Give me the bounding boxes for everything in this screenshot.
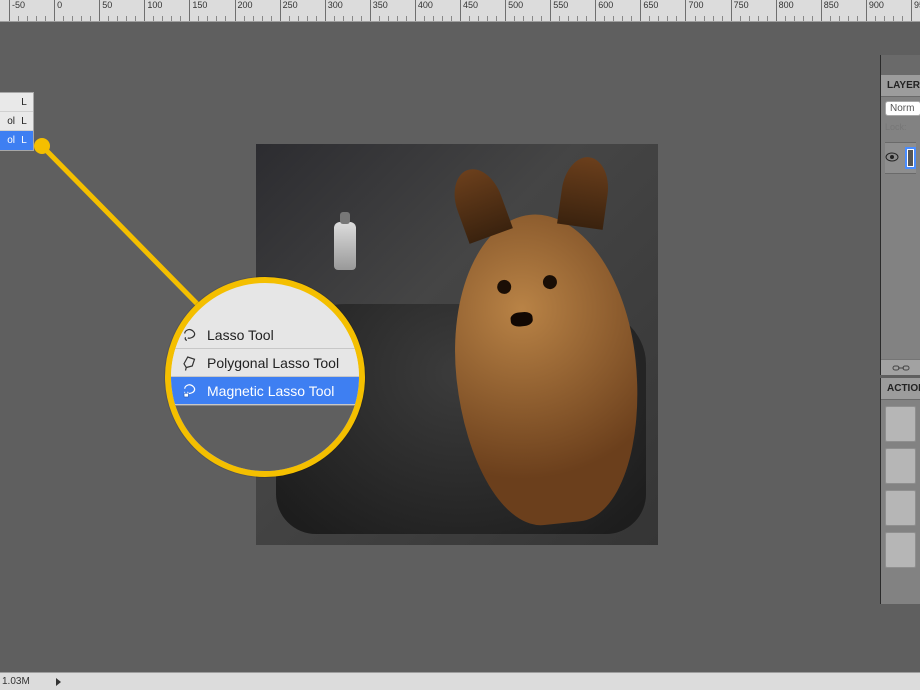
- flyout-row-label: ol: [4, 116, 19, 127]
- status-menu-triangle-icon[interactable]: [56, 678, 61, 686]
- lasso-flyout-small: L ol L ol L: [0, 92, 34, 151]
- canvas-workspace: L ol L ol L Lass: [0, 22, 920, 672]
- action-slot[interactable]: [885, 406, 916, 442]
- tool-label: Polygonal Lasso Tool: [207, 355, 339, 371]
- layer-thumbnail[interactable]: [905, 147, 916, 169]
- flyout-row-shortcut: L: [19, 97, 29, 108]
- tool-row-magnetic-lasso[interactable]: Magnetic Lasso Tool: [171, 377, 359, 405]
- mag-lasso-icon: [181, 382, 199, 400]
- layer-row[interactable]: [885, 142, 916, 174]
- action-slot[interactable]: [885, 448, 916, 484]
- doc-size-readout: 1.03M: [2, 676, 30, 687]
- action-slot[interactable]: [885, 490, 916, 526]
- ruler-tick-major: 0: [54, 0, 62, 22]
- lasso-icon: [181, 326, 199, 344]
- water-bottle-shape: [334, 222, 356, 270]
- horizontal-ruler: -500501001502002503003504004505005506006…: [0, 0, 920, 22]
- layers-panel-footer: [881, 359, 920, 375]
- ruler-tick-major: 50: [99, 0, 112, 22]
- link-icon[interactable]: [892, 363, 910, 373]
- blend-mode-select[interactable]: Norm: [885, 101, 920, 116]
- ruler-tick-major: -50: [9, 0, 25, 22]
- visibility-eye-icon[interactable]: [885, 152, 899, 165]
- lock-label: Lock:: [885, 122, 907, 132]
- lasso-flyout-small-row-0[interactable]: L: [0, 93, 33, 112]
- lasso-flyout-small-row-1[interactable]: ol L: [0, 112, 33, 131]
- lasso-flyout-small-row-2[interactable]: ol L: [0, 131, 33, 150]
- status-bar: 1.03M: [0, 672, 920, 690]
- ruler-tick-major: 950: [911, 0, 920, 22]
- flyout-row-shortcut: L: [19, 135, 29, 146]
- tool-label: Magnetic Lasso Tool: [207, 383, 334, 399]
- poly-lasso-icon: [181, 354, 199, 372]
- flyout-row-label: ol: [4, 135, 19, 146]
- layers-panel-title: LAYERS: [887, 80, 920, 91]
- actions-panel-title: ACTION: [887, 383, 920, 394]
- lasso-flyout-magnified: Lasso Tool Polygonal Lasso Tool Magnetic…: [165, 277, 365, 477]
- actions-panel[interactable]: ACTION: [880, 378, 920, 604]
- flyout-row-shortcut: L: [19, 116, 29, 127]
- tool-row-lasso[interactable]: Lasso Tool: [171, 321, 359, 349]
- layers-panel[interactable]: LAYERS Norm Lock:: [880, 55, 920, 375]
- tool-label: Lasso Tool: [207, 327, 274, 343]
- action-slot[interactable]: [885, 532, 916, 568]
- tool-row-polygonal-lasso[interactable]: Polygonal Lasso Tool: [171, 349, 359, 377]
